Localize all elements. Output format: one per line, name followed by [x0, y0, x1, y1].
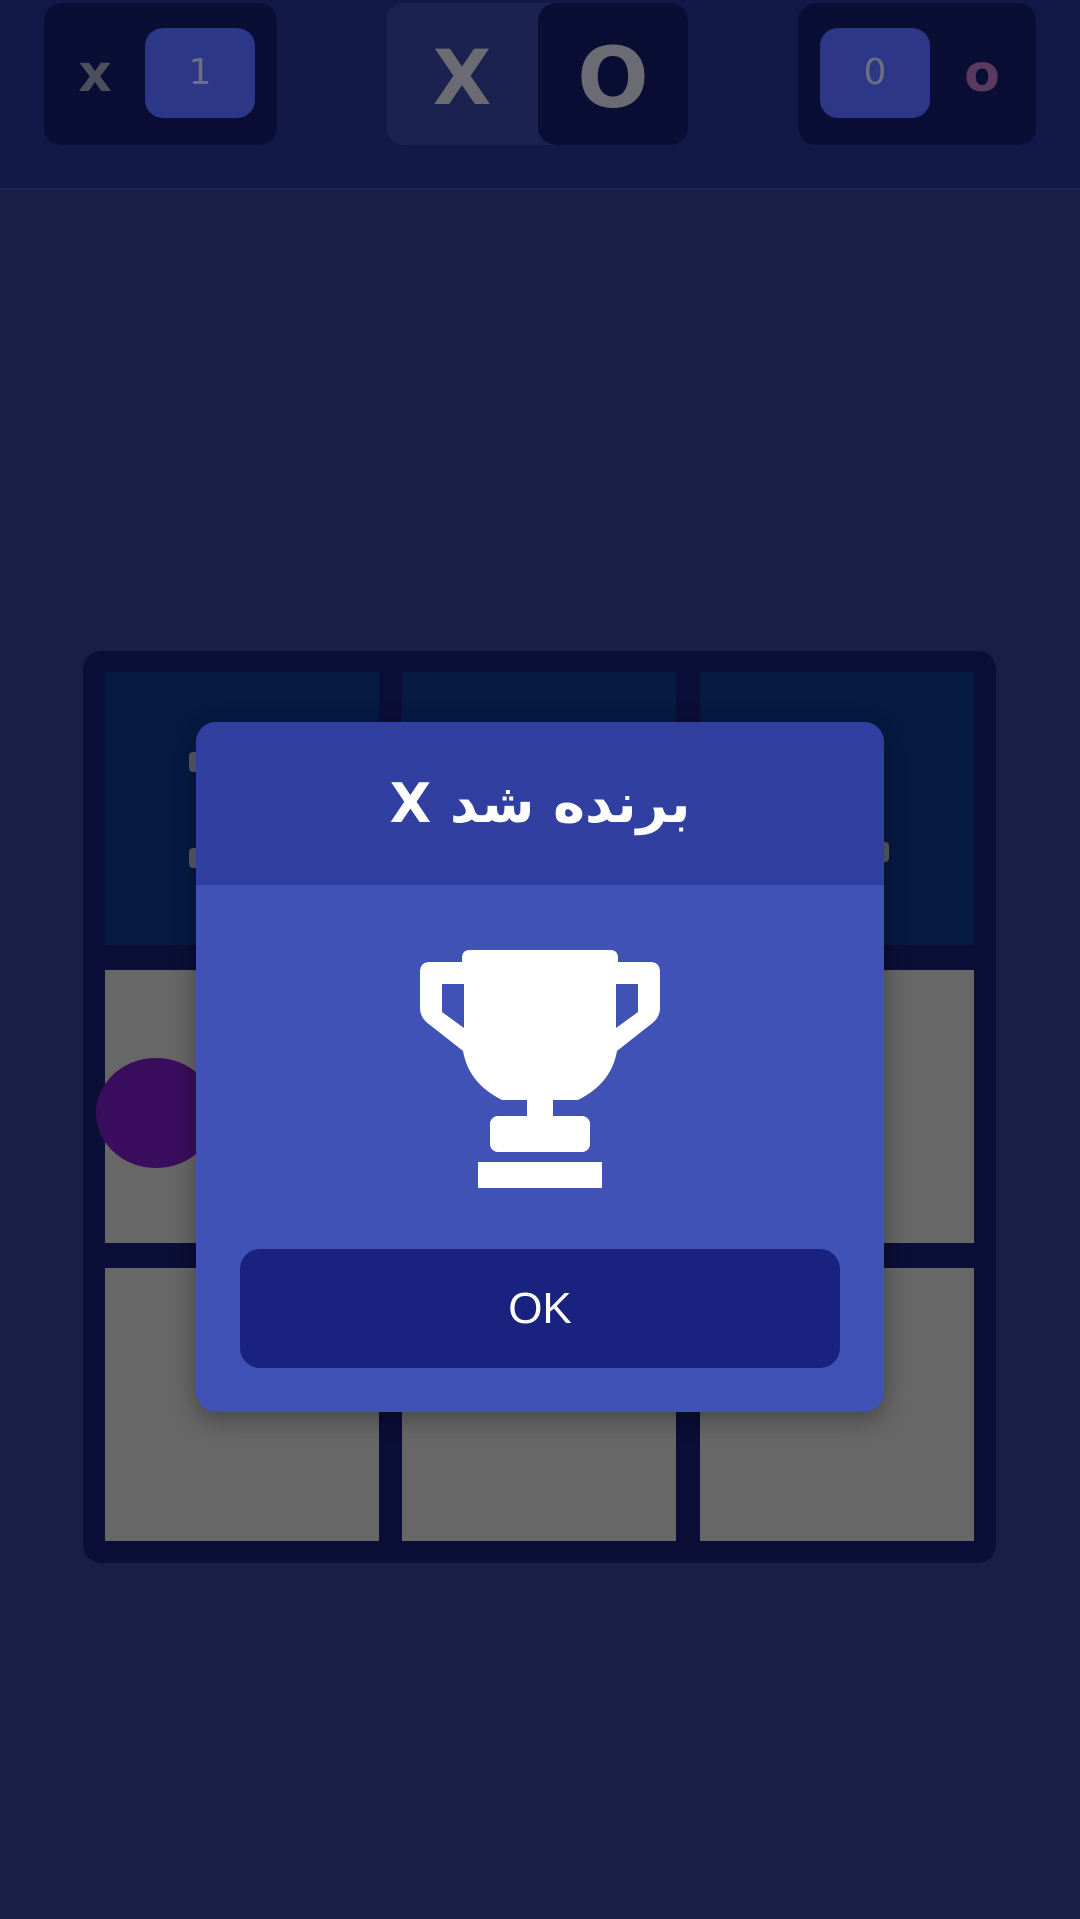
player-o-score-card: 0 o	[798, 3, 1036, 145]
game-screen: x 1 X O 0 o برنده شد X OK	[0, 0, 1080, 1919]
winner-dialog: برنده شد X OK	[196, 722, 884, 1412]
player-o-symbol: o	[964, 44, 1000, 104]
dialog-title: برنده شد X	[389, 772, 691, 835]
player-x-symbol: x	[78, 44, 112, 104]
scoreboard-header: x 1 X O 0 o	[0, 0, 1080, 190]
turn-option-x[interactable]: X	[386, 3, 538, 145]
dialog-header: برنده شد X	[196, 722, 884, 885]
player-x-score-card: x 1	[44, 3, 277, 145]
turn-option-o[interactable]: O	[538, 3, 688, 145]
ok-button[interactable]: OK	[240, 1249, 840, 1368]
player-o-score: 0	[820, 28, 930, 118]
trophy-icon	[420, 950, 660, 1190]
turn-selector[interactable]: X O	[386, 3, 688, 145]
player-x-score: 1	[145, 28, 255, 118]
